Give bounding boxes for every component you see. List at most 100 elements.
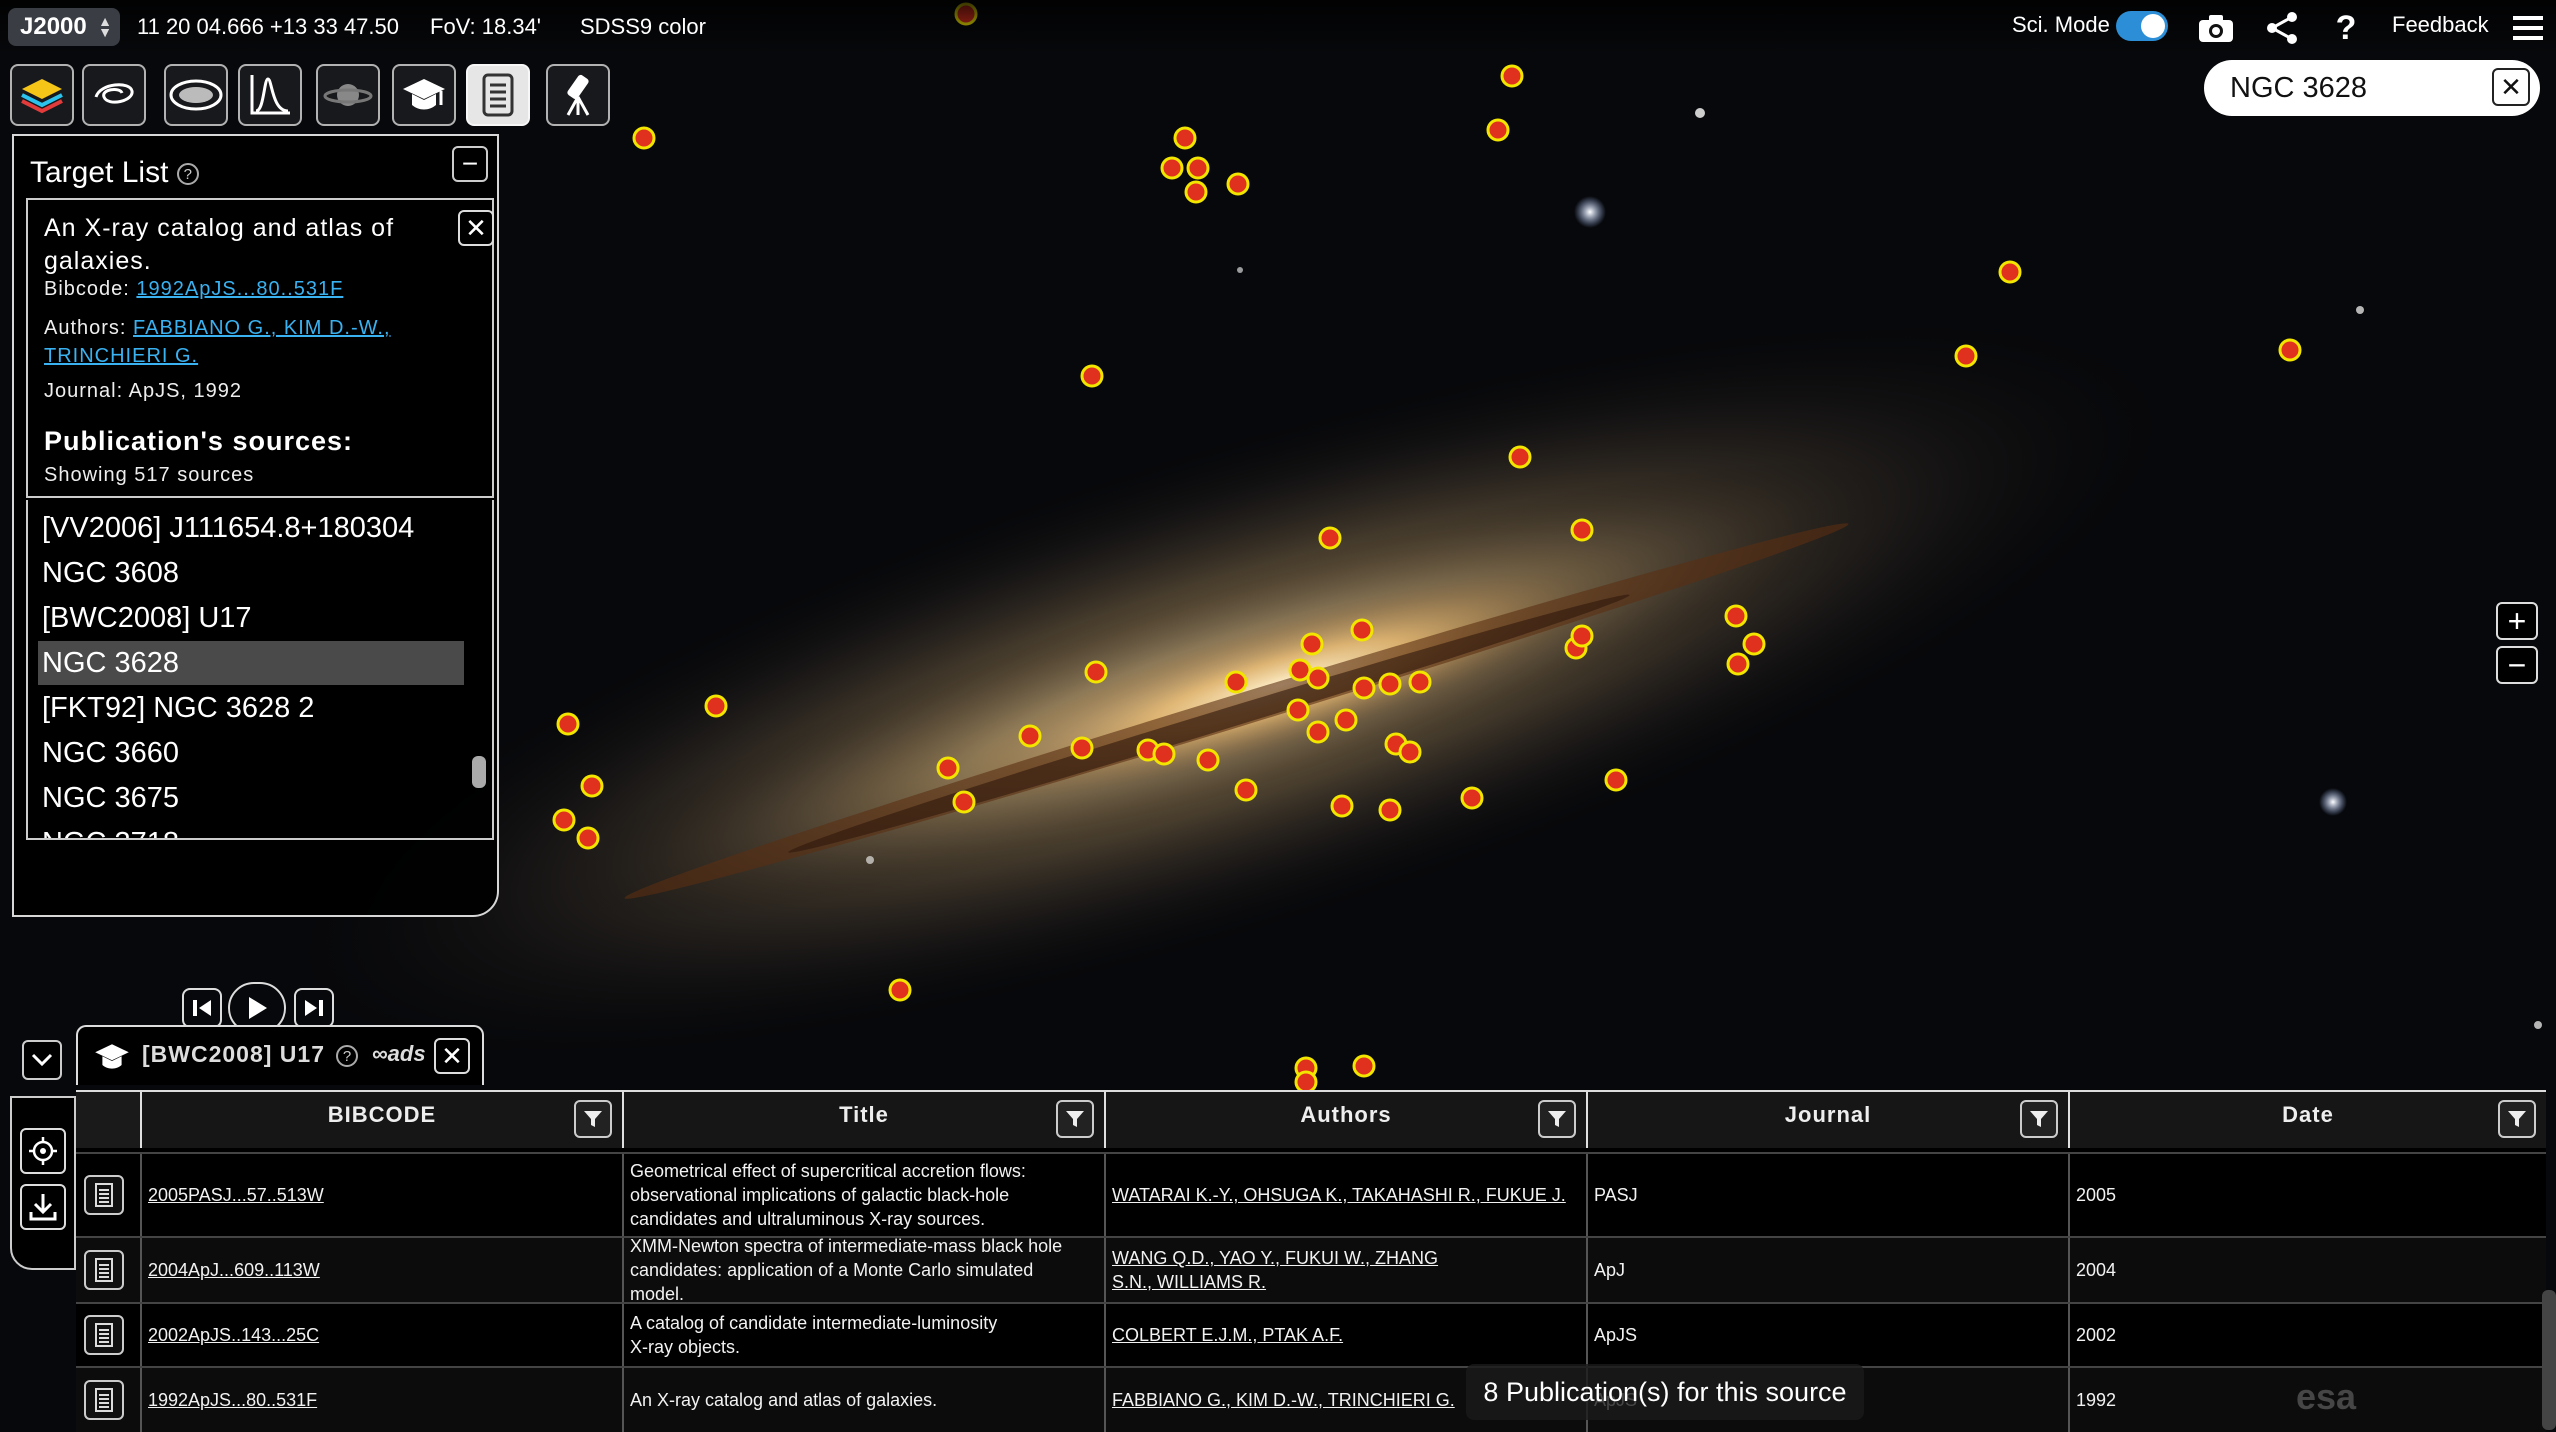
catalog-marker[interactable] (1330, 794, 1354, 818)
filter-icon[interactable] (1056, 1100, 1094, 1138)
catalog-marker[interactable] (1486, 118, 1510, 142)
coordinate-frame-select[interactable]: J2000 ▲ ▼ (8, 8, 120, 46)
catalog-marker[interactable] (1306, 720, 1330, 744)
catalog-marker[interactable] (1294, 1070, 1318, 1094)
filter-icon[interactable] (2498, 1100, 2536, 1138)
share-icon[interactable] (2262, 8, 2302, 48)
catalog-marker[interactable] (1152, 742, 1176, 766)
catalog-marker[interactable] (1186, 156, 1210, 180)
layers-button[interactable] (10, 64, 74, 126)
table-row[interactable]: 2005PASJ...57..513W Geometrical effect o… (76, 1152, 2546, 1236)
catalog-marker[interactable] (1160, 156, 1184, 180)
catalog-marker[interactable] (1408, 670, 1432, 694)
publications-button[interactable] (392, 64, 456, 126)
catalog-button[interactable] (164, 64, 228, 126)
filter-icon[interactable] (1538, 1100, 1576, 1138)
document-icon[interactable] (84, 1175, 124, 1215)
column-header-bibcode[interactable]: BIBCODE (140, 1092, 622, 1148)
catalog-marker[interactable] (1724, 604, 1748, 628)
list-item[interactable]: [FKT92] NGC 3628 2 (38, 686, 464, 730)
catalog-marker[interactable] (1742, 632, 1766, 656)
catalog-marker[interactable] (1196, 748, 1220, 772)
catalog-marker[interactable] (704, 694, 728, 718)
list-item[interactable]: NGC 3675 (38, 776, 464, 820)
document-icon[interactable] (84, 1380, 124, 1420)
catalog-marker[interactable] (1306, 666, 1330, 690)
list-item-selected[interactable]: NGC 3628 (38, 641, 464, 685)
column-header-date[interactable]: Date (2068, 1092, 2546, 1148)
authors-link[interactable]: COLBERT E.J.M., PTAK A.F. (1112, 1323, 1343, 1347)
list-item[interactable]: NGC 3718 (38, 821, 464, 838)
results-tab[interactable]: [BWC2008] U17 ? ∞ads ✕ (76, 1025, 484, 1085)
source-list[interactable]: [VV2006] J111654.8+180304 NGC 3608 [BWC2… (26, 500, 494, 840)
menu-icon[interactable] (2508, 8, 2548, 48)
catalog-marker[interactable] (1334, 708, 1358, 732)
catalog-marker[interactable] (1352, 676, 1376, 700)
document-icon[interactable] (84, 1250, 124, 1290)
catalog-marker[interactable] (1018, 724, 1042, 748)
minimize-panel-button[interactable]: − (452, 146, 488, 182)
catalog-marker[interactable] (1184, 180, 1208, 204)
zoom-out-button[interactable]: − (2496, 646, 2538, 684)
catalog-marker[interactable] (1300, 632, 1324, 656)
bibcode-link[interactable]: 2005PASJ...57..513W (148, 1183, 324, 1207)
clear-search-button[interactable]: ✕ (2492, 68, 2530, 106)
catalog-marker[interactable] (2278, 338, 2302, 362)
catalog-marker[interactable] (1604, 768, 1628, 792)
catalog-marker[interactable] (1954, 344, 1978, 368)
table-row[interactable]: 2004ApJ...609..113W XMM-Newton spectra o… (76, 1236, 2546, 1304)
catalog-marker[interactable] (1350, 618, 1374, 642)
column-header-journal[interactable]: Journal (1586, 1092, 2068, 1148)
table-row[interactable]: 2002ApJS..143...25C A catalog of candida… (76, 1302, 2546, 1366)
authors-link[interactable]: FABBIANO G., KIM D.-W., TRINCHIERI G. (1112, 1388, 1455, 1412)
document-icon[interactable] (84, 1315, 124, 1355)
catalog-marker[interactable] (1500, 64, 1524, 88)
catalog-marker[interactable] (1570, 624, 1594, 648)
catalog-marker[interactable] (888, 978, 912, 1002)
catalog-marker[interactable] (1998, 260, 2022, 284)
authors-link[interactable]: WATARAI K.-Y., OHSUGA K., TAKAHASHI R., … (1112, 1183, 1566, 1207)
catalog-marker[interactable] (556, 712, 580, 736)
bibcode-link[interactable]: 1992ApJS...80..531F (136, 278, 343, 300)
ads-logo-icon[interactable]: ∞ads (372, 1041, 426, 1067)
next-button[interactable] (294, 988, 334, 1028)
catalog-marker[interactable] (952, 790, 976, 814)
list-item[interactable]: NGC 3608 (38, 551, 464, 595)
column-header-authors[interactable]: Authors (1104, 1092, 1586, 1148)
catalog-marker[interactable] (632, 126, 656, 150)
list-item[interactable]: NGC 3660 (38, 731, 464, 775)
table-scrollbar[interactable] (2542, 1290, 2556, 1430)
help-icon[interactable]: ? (336, 1045, 358, 1067)
collapse-results-button[interactable] (22, 1040, 62, 1080)
catalog-marker[interactable] (1352, 1054, 1376, 1078)
filter-icon[interactable] (574, 1100, 612, 1138)
catalog-marker[interactable] (1224, 670, 1248, 694)
catalog-marker[interactable] (1378, 798, 1402, 822)
catalog-marker[interactable] (1234, 778, 1258, 802)
catalog-marker[interactable] (1318, 526, 1342, 550)
telescope-button[interactable] (546, 64, 610, 126)
authors-link[interactable]: WANG Q.D., YAO Y., FUKUI W., ZHANG S.N.,… (1112, 1246, 1466, 1294)
catalog-marker[interactable] (1726, 652, 1750, 676)
catalog-marker[interactable] (1378, 672, 1402, 696)
planet-button[interactable] (316, 64, 380, 126)
catalog-marker[interactable] (1508, 445, 1532, 469)
list-item[interactable]: [VV2006] J111654.8+180304 (38, 506, 464, 550)
sci-mode-toggle[interactable] (2116, 11, 2168, 41)
bibcode-link[interactable]: 2002ApJS..143...25C (148, 1323, 319, 1347)
catalog-marker[interactable] (580, 774, 604, 798)
catalog-marker[interactable] (1570, 518, 1594, 542)
catalog-marker[interactable] (1173, 126, 1197, 150)
search-input[interactable]: NGC 3628 ✕ (2204, 60, 2540, 116)
previous-button[interactable] (182, 988, 222, 1028)
table-row[interactable]: 1992ApJS...80..531F An X-ray catalog and… (76, 1366, 2546, 1432)
spectra-button[interactable] (238, 64, 302, 126)
list-item[interactable]: [BWC2008] U17 (38, 596, 464, 640)
survey-name[interactable]: SDSS9 color (580, 14, 706, 40)
target-list-button[interactable] (466, 64, 530, 126)
download-button[interactable] (20, 1184, 66, 1230)
catalog-marker[interactable] (552, 808, 576, 832)
catalog-marker[interactable] (1460, 786, 1484, 810)
filter-icon[interactable] (2020, 1100, 2058, 1138)
catalog-marker[interactable] (1084, 660, 1108, 684)
